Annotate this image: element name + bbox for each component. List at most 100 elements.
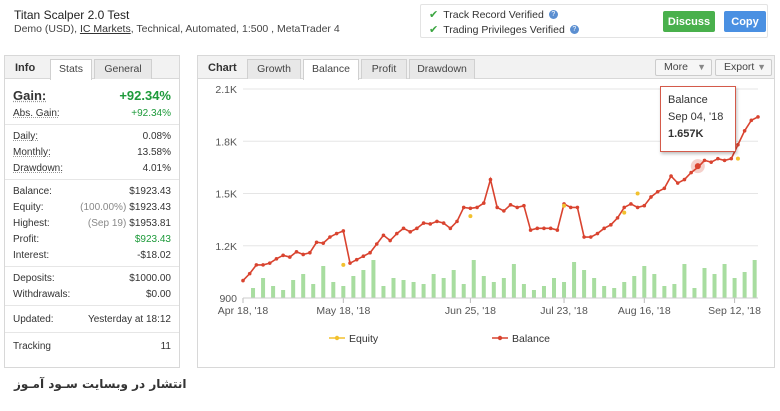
tab-balance[interactable]: Balance bbox=[303, 59, 359, 80]
volume-bar bbox=[411, 282, 416, 298]
balance-point bbox=[348, 261, 352, 265]
tab-stats[interactable]: Stats bbox=[50, 59, 92, 80]
volume-bar bbox=[441, 278, 446, 298]
export-dropdown[interactable]: Export ▼ bbox=[715, 59, 772, 76]
volume-bar bbox=[381, 286, 386, 298]
balance-point bbox=[595, 231, 600, 236]
monthly-value: 13.58% bbox=[137, 146, 171, 158]
profit-label: Profit: bbox=[13, 233, 40, 245]
volume-bar bbox=[421, 284, 426, 298]
highest-row: Highest: (Sep 19) $1953.81 bbox=[13, 215, 171, 231]
balance-point bbox=[428, 222, 433, 226]
broker-link[interactable]: IC Markets bbox=[80, 23, 131, 35]
x-tick-label: Apr 18, '18 bbox=[218, 305, 269, 317]
x-tick-label: Jul 23, '18 bbox=[540, 305, 588, 317]
balance-point bbox=[395, 231, 399, 236]
drawdown-row: Drawdown: 4.01% bbox=[13, 160, 171, 176]
volume-bar bbox=[341, 286, 346, 298]
drawdown-label: Drawdown: bbox=[13, 162, 64, 174]
account-header: Titan Scalper 2.0 Test Demo (USD), IC Ma… bbox=[0, 0, 780, 42]
balance-point bbox=[682, 177, 687, 182]
daily-label: Daily: bbox=[13, 130, 39, 142]
balance-point bbox=[689, 170, 693, 175]
balance-point bbox=[722, 158, 727, 163]
highlighted-point bbox=[694, 163, 701, 170]
more-dropdown[interactable]: More ▼ bbox=[655, 59, 712, 76]
copy-button[interactable]: Copy bbox=[724, 11, 766, 32]
info-panel: Info Stats General Gain: +92.34% Abs. Ga… bbox=[4, 55, 180, 368]
volume-bar bbox=[732, 278, 737, 298]
chart-panel: Chart Growth Balance Profit Drawdown Mor… bbox=[197, 55, 775, 368]
balance-point bbox=[716, 156, 720, 161]
balance-point bbox=[374, 242, 379, 246]
interest-row: Interest: -$18.02 bbox=[13, 247, 171, 263]
tooltip-value: 1.657K bbox=[668, 128, 704, 140]
volume-bar bbox=[692, 288, 697, 298]
equity-point bbox=[635, 191, 640, 196]
balance-point bbox=[475, 205, 479, 210]
volume-bar bbox=[672, 284, 677, 298]
volume-bar bbox=[592, 278, 597, 298]
volume-bar bbox=[622, 282, 627, 298]
account-type: Demo (USD), bbox=[14, 23, 78, 35]
balance-point bbox=[642, 203, 647, 208]
info-tabs: Info Stats General bbox=[5, 56, 179, 80]
divider bbox=[5, 305, 179, 306]
balance-point bbox=[582, 235, 586, 239]
help-icon[interactable]: ? bbox=[569, 25, 579, 34]
balance-point bbox=[602, 226, 606, 231]
tab-growth[interactable]: Growth bbox=[247, 59, 301, 79]
balance-point bbox=[756, 115, 760, 119]
balance-point bbox=[629, 202, 633, 206]
y-tick-label: 900 bbox=[219, 293, 237, 305]
y-tick-label: 1.8K bbox=[215, 136, 237, 148]
legend-balance-label: Balance bbox=[512, 333, 550, 345]
balance-point bbox=[468, 206, 473, 211]
balance-point bbox=[368, 250, 372, 255]
help-icon[interactable]: ? bbox=[548, 10, 558, 19]
tab-drawdown[interactable]: Drawdown bbox=[409, 59, 475, 79]
tab-profit[interactable]: Profit bbox=[361, 59, 407, 79]
balance-point bbox=[354, 257, 359, 262]
legend-equity-marker bbox=[334, 335, 340, 341]
balance-point bbox=[709, 160, 713, 164]
volume-bar bbox=[481, 276, 486, 298]
discuss-button[interactable]: Discuss bbox=[663, 11, 715, 32]
volume-bar bbox=[371, 260, 376, 298]
balance-point bbox=[274, 257, 279, 261]
volume-bar bbox=[351, 276, 356, 298]
balance-point bbox=[609, 223, 613, 227]
equity-point bbox=[735, 156, 740, 161]
export-label: Export bbox=[724, 61, 755, 73]
abs-gain-row: Abs. Gain: +92.34% bbox=[13, 105, 171, 121]
volume-bar bbox=[511, 264, 516, 298]
volume-bar bbox=[632, 276, 637, 298]
volume-bar bbox=[602, 286, 607, 298]
gain-row: Gain: +92.34% bbox=[13, 85, 171, 105]
balance-point bbox=[308, 250, 312, 255]
balance-point bbox=[622, 205, 627, 210]
balance-point bbox=[254, 263, 259, 267]
volume-bar bbox=[552, 278, 557, 298]
divider bbox=[5, 332, 179, 333]
volume-bar bbox=[652, 274, 657, 298]
balance-point bbox=[241, 278, 245, 283]
withdrawals-label: Withdrawals: bbox=[13, 288, 71, 300]
tab-general[interactable]: General bbox=[94, 59, 152, 79]
balance-point bbox=[281, 253, 285, 258]
profit-value: $923.43 bbox=[134, 233, 171, 245]
balance-point bbox=[502, 209, 506, 213]
balance-point bbox=[321, 241, 326, 245]
volume-bar bbox=[702, 268, 707, 298]
abs-gain-value: +92.34% bbox=[131, 107, 171, 119]
balance-point bbox=[415, 226, 419, 231]
volume-bar bbox=[682, 264, 687, 298]
equity-value: $1923.43 bbox=[129, 201, 171, 213]
volume-bar bbox=[541, 286, 546, 298]
highest-date: (Sep 19) bbox=[87, 217, 127, 229]
balance-point bbox=[435, 219, 439, 224]
more-label: More bbox=[664, 61, 688, 73]
balance-point bbox=[575, 205, 580, 210]
balance-point bbox=[301, 252, 305, 257]
track-record-label: Track Record Verified bbox=[443, 8, 544, 21]
